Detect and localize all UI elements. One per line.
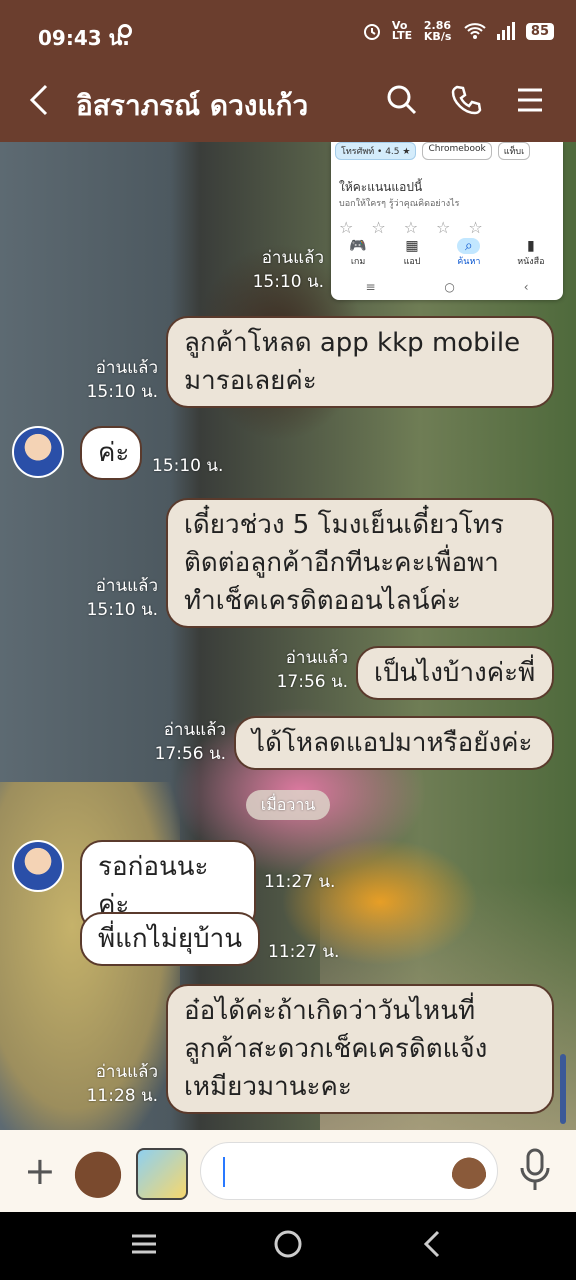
message-time: 15:10 น.: [252, 272, 324, 292]
rate-subtitle: บอกให้ใครๆ รู้ว่าคุณคิดอย่างไร: [339, 199, 460, 209]
chat-title: อิสราภรณ์ ดวงแก้ว: [76, 89, 309, 122]
plus-icon[interactable]: +: [24, 1152, 56, 1190]
message-bubble-received[interactable]: พี่แกไม่ยุบ้าน: [80, 912, 260, 966]
chip-tablet: แท็บเ: [497, 142, 531, 160]
message-bubble-sent[interactable]: ลูกค้าโหลด app kkp mobile มารอเลยค่ะ: [166, 316, 554, 408]
chat-area[interactable]: โทรศัพท์ • 4.5 ★ Chromebook แท็บเ ให้คะแ…: [0, 142, 576, 1130]
system-nav-bar: [0, 1212, 576, 1280]
avatar[interactable]: [12, 426, 64, 478]
message-line: เหมียวมานะคะ: [184, 1072, 352, 1102]
message-meta: อ่านแล้ว 15:10 น.: [240, 246, 324, 294]
wifi-icon: [464, 23, 486, 39]
message-text: ค่ะ: [98, 438, 130, 468]
message-line: ทำเช็คเครดิตออนไลน์ค่ะ: [184, 586, 461, 616]
message-line: ลูกค้าโหลด app kkp mobile: [184, 328, 521, 358]
avatar[interactable]: [12, 840, 64, 892]
message-line: เดี๋ยวช่วง 5 โมงเย็นเดี๋ยวโทร: [184, 510, 504, 540]
back-icon[interactable]: [28, 82, 50, 124]
read-status: อ่านแล้ว: [95, 1062, 158, 1082]
read-status: อ่านแล้ว: [261, 248, 324, 268]
recents-icon[interactable]: [128, 1228, 160, 1264]
read-status: อ่านแล้ว: [163, 720, 226, 740]
search-icon[interactable]: [386, 84, 418, 116]
battery-level: 85: [525, 22, 554, 40]
message-bubble-received[interactable]: ค่ะ: [80, 426, 142, 480]
store-nav: 🎮 เกม ▦ แอป ⌕ ค้นหา ▮ หนังสือ: [331, 238, 563, 268]
message-time: 11:27 น.: [264, 872, 336, 892]
star-row-icon: ☆☆☆☆☆: [339, 218, 501, 237]
date-divider: เมื่อวาน: [246, 790, 330, 820]
message-meta: อ่านแล้ว 15:10 น.: [72, 356, 158, 404]
chip-phone: โทรศัพท์ • 4.5 ★: [335, 142, 417, 160]
home-icon[interactable]: [272, 1228, 304, 1264]
message-bubble-sent[interactable]: อ๋อได้ค่ะถ้าเกิดว่าวันไหนที่ ลูกค้าสะดวก…: [166, 984, 554, 1114]
read-status: อ่านแล้ว: [285, 648, 348, 668]
store-nav-search: ⌕ ค้นหา: [457, 238, 481, 267]
message-time: 15:10 น.: [86, 600, 158, 620]
menu-icon: ≡: [365, 280, 376, 294]
message-text: รอก่อนนะค่ะ: [98, 852, 209, 920]
chip-chromebook: Chromebook: [422, 142, 492, 160]
bookmark-icon: ▮: [527, 238, 535, 254]
status-right: Vo LTE 2.86 KB/s 85: [362, 20, 554, 42]
home-icon: ○: [444, 280, 455, 294]
message-time: 11:28 น.: [86, 1086, 158, 1106]
network-speed: 2.86 KB/s: [423, 19, 452, 43]
network-type: Vo LTE: [391, 19, 413, 42]
phone-nav-icons: ≡ ○ ‹: [331, 280, 563, 294]
apps-grid-icon: ▦: [405, 238, 419, 254]
sticker-icon[interactable]: [70, 1144, 126, 1200]
alarm-icon: [363, 24, 380, 40]
chat-header: อิสราภรณ์ ดวงแก้ว: [0, 66, 576, 142]
message-bubble-sent[interactable]: เดี๋ยวช่วง 5 โมงเย็นเดี๋ยวโทร ติดต่อลูกค…: [166, 498, 554, 628]
message-meta: อ่านแล้ว 15:10 น.: [72, 574, 158, 622]
message-line: มารอเลยค่ะ: [184, 366, 317, 396]
signal-icon: [496, 22, 515, 40]
menu-icon[interactable]: [514, 84, 546, 116]
photo-icon[interactable]: [136, 1148, 188, 1200]
message-line: ติดต่อลูกค้าอีกทีนะคะเพื่อพา: [184, 548, 499, 578]
message-field[interactable]: [219, 1155, 443, 1189]
message-time: 17:56 น.: [276, 672, 348, 692]
back-icon[interactable]: [418, 1228, 450, 1264]
message-input-bar: +: [0, 1130, 576, 1212]
scrollbar[interactable]: [560, 1054, 566, 1124]
read-status: อ่านแล้ว: [95, 358, 158, 378]
emoji-icon[interactable]: [451, 1153, 487, 1189]
header-actions: [386, 84, 546, 116]
store-nav-books: ▮ หนังสือ: [517, 238, 545, 267]
image-message[interactable]: โทรศัพท์ • 4.5 ★ Chromebook แท็บเ ให้คะแ…: [331, 142, 563, 300]
message-meta: อ่านแล้ว 11:28 น.: [72, 1060, 158, 1108]
message-text: ได้โหลดแอปมาหรือยังค่ะ: [252, 728, 533, 758]
message-text: พี่แกไม่ยุบ้าน: [98, 924, 242, 954]
app-notification-icon: [118, 24, 132, 38]
message-bubble-sent[interactable]: ได้โหลดแอปมาหรือยังค่ะ: [234, 716, 554, 770]
message-text: เป็นไงบ้างค่ะพี่: [374, 658, 536, 688]
status-bar: 09:43 น. Vo LTE 2.86 KB/s 85: [0, 0, 576, 66]
mic-icon[interactable]: [518, 1148, 552, 1192]
search-icon: ⌕: [457, 238, 481, 254]
message-meta: อ่านแล้ว 17:56 น.: [264, 646, 348, 694]
store-nav-apps: ▦ แอป: [403, 238, 421, 267]
message-line: ลูกค้าสะดวกเช็คเครดิตแจ้ง: [184, 1034, 488, 1064]
gamepad-icon: 🎮: [349, 238, 367, 254]
message-time: 15:10 น.: [152, 456, 224, 476]
status-time: 09:43 น.: [38, 26, 130, 50]
message-input[interactable]: [200, 1142, 498, 1200]
rate-title: ให้คะแนนแอปนี้: [339, 180, 423, 194]
phone-icon[interactable]: [450, 84, 482, 116]
message-time: 15:10 น.: [86, 382, 158, 402]
store-nav-games: 🎮 เกม: [349, 238, 367, 267]
back-icon: ‹: [523, 280, 529, 294]
message-time: 11:27 น.: [268, 942, 340, 962]
store-filter-chips: โทรศัพท์ • 4.5 ★ Chromebook แท็บเ: [331, 142, 534, 160]
message-meta: อ่านแล้ว 17:56 น.: [142, 718, 226, 766]
message-line: อ๋อได้ค่ะถ้าเกิดว่าวันไหนที่: [184, 996, 476, 1026]
message-time: 17:56 น.: [154, 744, 226, 764]
message-bubble-sent[interactable]: เป็นไงบ้างค่ะพี่: [356, 646, 554, 700]
read-status: อ่านแล้ว: [95, 576, 158, 596]
